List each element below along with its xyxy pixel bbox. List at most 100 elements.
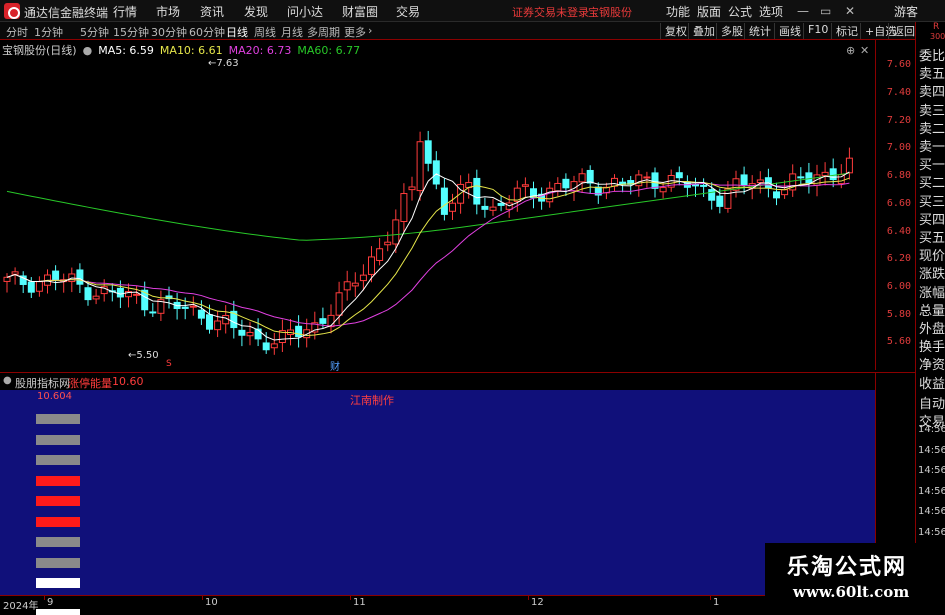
tab-15min[interactable]: 15分钟: [113, 24, 149, 40]
time-tick: [528, 596, 529, 600]
maximize-icon[interactable]: ▭: [820, 4, 831, 18]
high-price-note: ←7.63: [208, 58, 239, 69]
price-tick: 7.00: [886, 142, 911, 153]
candle-body: [481, 205, 489, 210]
guest-user[interactable]: 游客: [894, 3, 918, 20]
menu-item-ask[interactable]: 问小达: [287, 3, 323, 20]
candle-body: [52, 270, 60, 281]
tool-statistics[interactable]: 统计: [744, 23, 771, 39]
sidebar-label: 换手: [919, 340, 945, 356]
minimize-icon[interactable]: —: [797, 4, 809, 18]
candle-body: [262, 342, 270, 351]
candle-body: [740, 174, 748, 186]
indicator-name[interactable]: 股朋指标网: [15, 375, 70, 391]
menu-item-news[interactable]: 资讯: [200, 3, 224, 20]
candle-body: [611, 177, 618, 187]
marker-s[interactable]: S: [166, 359, 172, 369]
price-tick: 6.40: [886, 226, 911, 237]
time-label-sep: 9: [47, 597, 54, 608]
candle-body: [35, 281, 43, 292]
candle-body: [133, 293, 141, 296]
sidebar-code-label: 300: [930, 32, 945, 41]
tool-multi-stock[interactable]: 多股: [716, 23, 743, 39]
time-label-dec: 12: [531, 597, 544, 608]
settings-dot-icon[interactable]: ●: [83, 44, 93, 57]
close-chart-icon[interactable]: ✕: [860, 44, 869, 57]
marker-finance[interactable]: 财: [330, 358, 340, 373]
sidebar-label: 总量: [919, 303, 945, 319]
tool-f10[interactable]: F10: [803, 23, 828, 39]
tool-overlay[interactable]: 叠加: [688, 23, 715, 39]
menu-item-trade[interactable]: 交易: [396, 3, 420, 20]
sidebar-label: 卖一: [919, 140, 945, 155]
menu-item-function[interactable]: 功能: [666, 3, 690, 20]
menu-item-layout[interactable]: 版面: [697, 3, 721, 20]
menu-item-market[interactable]: 市场: [156, 3, 180, 20]
tab-5min[interactable]: 5分钟: [80, 24, 109, 40]
menu-item-discover[interactable]: 发现: [244, 3, 268, 20]
close-icon[interactable]: ✕: [845, 4, 855, 18]
tab-more[interactable]: 更多: [344, 24, 366, 40]
candle-body: [270, 343, 278, 349]
sidebar-label: 卖五: [919, 67, 945, 83]
candle-body: [351, 282, 359, 287]
tab-intraday[interactable]: 分时: [6, 24, 28, 40]
candle-body: [708, 189, 716, 201]
price-axis: 7.60 7.40 7.20 7.00 6.80 6.60 6.40 6.20 …: [875, 40, 915, 370]
candle-body: [335, 292, 343, 316]
menu-item-wealth[interactable]: 财富圈: [342, 3, 378, 20]
sidebar-trade-time: 14:56: [918, 485, 945, 497]
candle-body: [578, 173, 586, 183]
candle-body: [392, 219, 400, 245]
candle-body: [700, 184, 708, 187]
indicator-dropdown-icon[interactable]: ●: [3, 375, 12, 386]
low-price-value: 5.50: [136, 350, 159, 361]
app-logo-icon: [4, 3, 20, 19]
tab-multi-period[interactable]: 多周期: [307, 24, 340, 40]
candle-body: [181, 306, 189, 309]
high-price-value: 7.63: [216, 58, 239, 69]
sidebar-label: 净资: [919, 358, 945, 374]
candle-body: [11, 271, 19, 275]
candle-body: [845, 157, 853, 174]
candle-body: [497, 202, 505, 206]
trade-login-notice[interactable]: 证券交易未登录: [512, 4, 589, 20]
indicator-panel[interactable]: 10.604 江南制作: [0, 390, 875, 615]
time-tick: [710, 596, 711, 600]
tool-adjust[interactable]: 复权: [660, 23, 687, 39]
time-axis: 2024年 9 10 11 12 1: [0, 595, 875, 612]
tool-back[interactable]: 返回: [888, 23, 915, 39]
tab-60min[interactable]: 60分钟: [189, 24, 225, 40]
menu-item-options[interactable]: 选项: [759, 3, 783, 20]
candle-body: [27, 281, 35, 293]
candle-body: [756, 179, 764, 184]
tool-mark[interactable]: 标记: [831, 23, 858, 39]
candle-body: [197, 309, 205, 319]
indicator-bar: [36, 557, 80, 568]
price-tick: 6.60: [886, 198, 911, 209]
zoom-in-icon[interactable]: ⊕: [846, 44, 855, 57]
tab-30min[interactable]: 30分钟: [151, 24, 187, 40]
watermark-url: www.60lt.com: [793, 583, 910, 601]
tab-weekly[interactable]: 周线: [254, 24, 276, 40]
sidebar-trade-time: 14:56: [918, 424, 945, 435]
price-tick: 7.60: [886, 59, 911, 70]
candle-body: [724, 188, 732, 209]
candle-body: [116, 287, 124, 298]
sidebar-label: 涨幅: [919, 285, 945, 301]
candle-body: [246, 331, 254, 337]
kline-chart[interactable]: 宝钢股份(日线) ● MA5: 6.59 MA10: 6.61 MA20: 6.…: [0, 40, 875, 374]
tab-monthly[interactable]: 月线: [281, 24, 303, 40]
menu-item-formula[interactable]: 公式: [728, 3, 752, 20]
indicator-bar: [36, 434, 80, 445]
candle-body: [149, 311, 157, 314]
candle-body: [773, 191, 780, 199]
tab-1min[interactable]: 1分钟: [34, 24, 63, 40]
chevron-right-icon[interactable]: ›: [368, 24, 372, 37]
chart-legend: 宝钢股份(日线) ● MA5: 6.59 MA10: 6.61 MA20: 6.…: [2, 42, 360, 58]
time-label-nov: 11: [353, 597, 366, 608]
menu-item-quotes[interactable]: 行情: [113, 3, 137, 20]
tab-daily[interactable]: 日线: [226, 24, 248, 40]
tool-draw[interactable]: 画线: [774, 23, 801, 39]
candle-body: [384, 241, 392, 246]
